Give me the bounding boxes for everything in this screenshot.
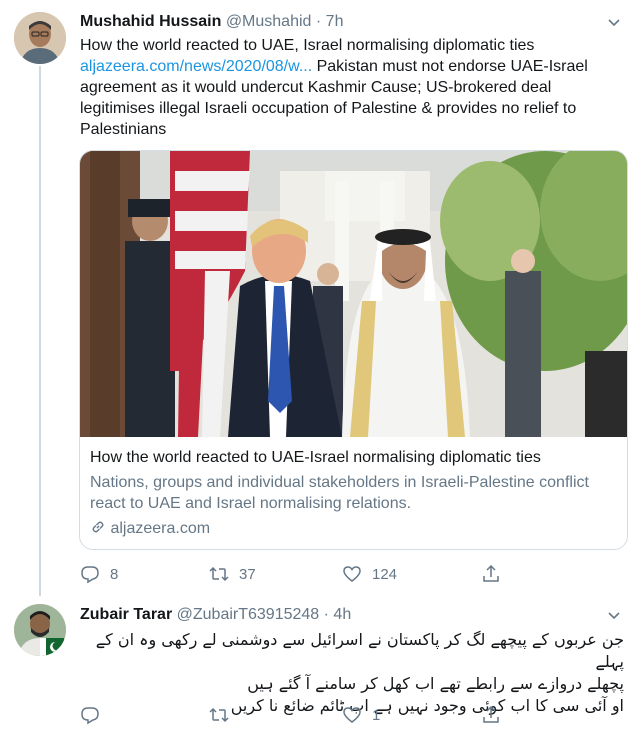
heart-icon — [343, 566, 361, 582]
tweet-text-line: How the world reacted to UAE, Israel nor… — [80, 37, 535, 54]
reply-icon — [81, 566, 99, 584]
like-count: 1 — [372, 706, 381, 724]
card-image — [80, 151, 627, 437]
retweet-button[interactable]: 37 — [209, 562, 256, 586]
chevron-down-icon[interactable] — [604, 605, 624, 625]
reply-count: 8 — [110, 565, 119, 583]
tweet-time[interactable]: 7h — [326, 13, 344, 30]
retweet-count: 37 — [239, 565, 256, 583]
like-count: 124 — [372, 565, 398, 583]
card-text: How the world reacted to UAE-Israel norm… — [90, 447, 618, 540]
author-name[interactable]: Mushahid Hussain — [80, 13, 221, 30]
chevron-down-icon[interactable] — [604, 12, 624, 32]
retweet-icon — [209, 707, 229, 723]
card-domain-text: aljazeera.com — [110, 520, 211, 537]
tweet-text-line: پچھلے دروازے سے رابطے تھے اب کھل کر سامن… — [247, 674, 624, 693]
retweet-icon — [209, 566, 229, 582]
author-handle[interactable]: @Mushahid — [226, 13, 312, 30]
link-icon — [92, 521, 104, 533]
reply-button[interactable]: 8 — [80, 562, 118, 586]
card-domain: aljazeera.com — [90, 518, 618, 540]
heart-icon — [343, 707, 361, 723]
link-card[interactable]: How the world reacted to UAE-Israel norm… — [79, 150, 628, 550]
thread-connector — [39, 66, 41, 596]
share-icon — [483, 705, 499, 723]
tweet-time[interactable]: 4h — [333, 606, 351, 623]
tweet-actions: 8 37 124 — [80, 562, 600, 586]
reply-icon — [81, 707, 99, 725]
avatar[interactable] — [14, 604, 66, 656]
reply-button[interactable] — [80, 703, 110, 727]
author-handle[interactable]: @ZubairT63915248 — [177, 606, 320, 623]
separator: · — [323, 606, 329, 623]
share-icon — [483, 564, 499, 582]
like-button[interactable]: 124 — [342, 562, 397, 586]
card-description: Nations, groups and individual stakehold… — [90, 474, 589, 512]
retweet-button[interactable] — [209, 703, 239, 727]
share-button[interactable] — [481, 703, 501, 727]
tweet-mushahid[interactable]: Mushahid Hussain @Mushahid · 7h How the … — [0, 0, 640, 596]
author-name[interactable]: Zubair Tarar — [80, 606, 172, 623]
tweet-zubair[interactable]: Zubair Tarar @ZubairT63915248 · 4h جن عر… — [0, 597, 640, 729]
like-button[interactable]: 1 — [342, 703, 380, 727]
separator: · — [315, 13, 322, 30]
tweet-text: How the world reacted to UAE, Israel nor… — [80, 35, 620, 140]
tweet-actions: 1 — [80, 703, 600, 727]
share-button[interactable] — [481, 562, 501, 586]
tweet-text-line: جن عربوں کے پیچھے لگ کر پاکستان نے اسرائ… — [95, 630, 624, 671]
article-link[interactable]: aljazeera.com/news/2020/08/w... — [80, 58, 312, 75]
card-title[interactable]: How the world reacted to UAE-Israel norm… — [90, 447, 618, 469]
tweet-header: Mushahid Hussain @Mushahid · 7h — [80, 12, 343, 32]
avatar[interactable] — [14, 12, 66, 64]
tweet-header: Zubair Tarar @ZubairT63915248 · 4h — [80, 605, 351, 625]
